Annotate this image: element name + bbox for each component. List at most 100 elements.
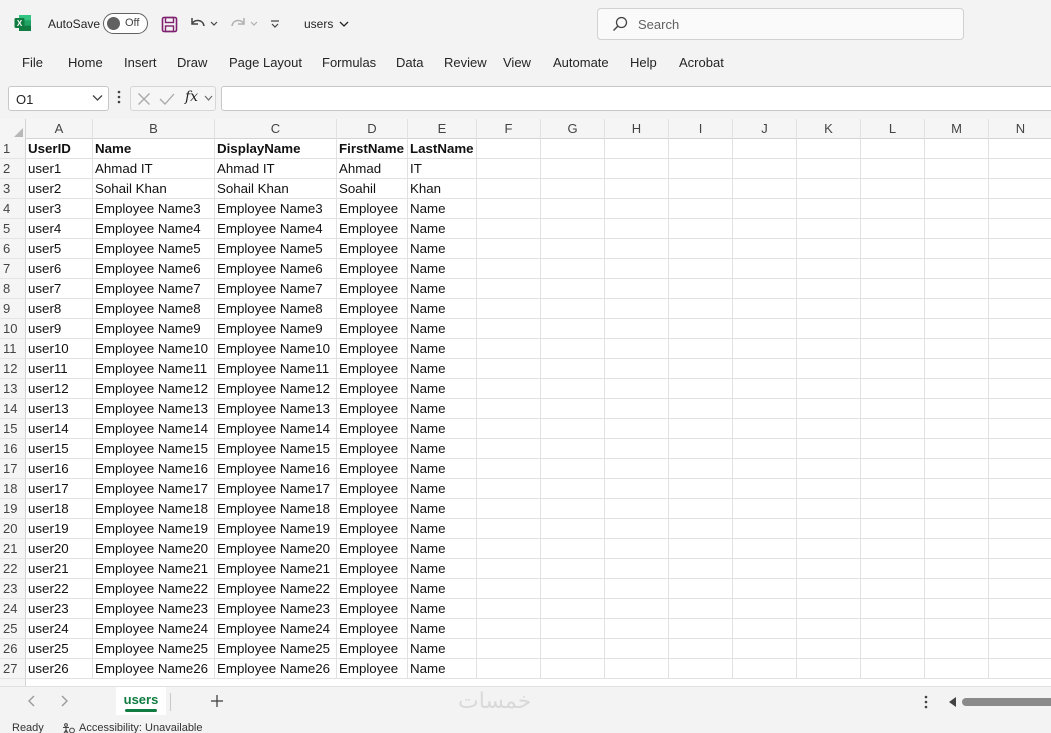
- table-cell[interactable]: Employee: [337, 659, 408, 679]
- table-cell[interactable]: [925, 459, 989, 479]
- row-header[interactable]: 7: [0, 259, 26, 279]
- table-cell[interactable]: [989, 279, 1051, 299]
- more-icon[interactable]: [117, 90, 121, 104]
- table-cell[interactable]: user4: [26, 219, 93, 239]
- table-cell[interactable]: [477, 639, 541, 659]
- table-cell[interactable]: Name: [408, 379, 477, 399]
- table-cell[interactable]: [733, 539, 797, 559]
- table-cell[interactable]: [925, 199, 989, 219]
- tab-draw[interactable]: Draw: [177, 55, 207, 70]
- tab-review[interactable]: Review: [444, 55, 487, 70]
- table-cell[interactable]: Employee Name13: [93, 399, 215, 419]
- header-cell[interactable]: [733, 139, 797, 159]
- table-cell[interactable]: Employee Name4: [93, 219, 215, 239]
- table-cell[interactable]: [861, 459, 925, 479]
- table-cell[interactable]: Employee Name26: [93, 659, 215, 679]
- table-cell[interactable]: [797, 419, 861, 439]
- row-header[interactable]: 1: [0, 139, 26, 159]
- table-cell[interactable]: user23: [26, 599, 93, 619]
- worksheet-grid[interactable]: A B C D E F G H I J K L M N 1 UserID Name D…: [0, 119, 1051, 686]
- row-header[interactable]: 12: [0, 359, 26, 379]
- table-cell[interactable]: [669, 199, 733, 219]
- table-cell[interactable]: [733, 519, 797, 539]
- table-cell[interactable]: [541, 619, 605, 639]
- table-cell[interactable]: [925, 299, 989, 319]
- table-cell[interactable]: Employee: [337, 359, 408, 379]
- table-cell[interactable]: [733, 239, 797, 259]
- table-cell[interactable]: [861, 299, 925, 319]
- row-header[interactable]: 2: [0, 159, 26, 179]
- table-cell[interactable]: Name: [408, 599, 477, 619]
- table-cell[interactable]: [797, 579, 861, 599]
- table-cell[interactable]: [861, 579, 925, 599]
- table-cell[interactable]: [605, 419, 669, 439]
- row-header[interactable]: 21: [0, 539, 26, 559]
- row-header[interactable]: 13: [0, 379, 26, 399]
- column-header-k[interactable]: K: [797, 119, 861, 139]
- table-cell[interactable]: [925, 619, 989, 639]
- undo-button[interactable]: [188, 13, 218, 35]
- table-cell[interactable]: Employee Name23: [215, 599, 337, 619]
- table-cell[interactable]: Employee Name25: [215, 639, 337, 659]
- table-cell[interactable]: Employee Name20: [215, 539, 337, 559]
- table-cell[interactable]: [861, 359, 925, 379]
- tab-insert[interactable]: Insert: [124, 55, 157, 70]
- row-header[interactable]: 25: [0, 619, 26, 639]
- table-cell[interactable]: [989, 519, 1051, 539]
- table-cell[interactable]: [541, 179, 605, 199]
- table-cell[interactable]: [541, 239, 605, 259]
- table-cell[interactable]: [797, 479, 861, 499]
- table-cell[interactable]: [925, 519, 989, 539]
- tab-home[interactable]: Home: [68, 55, 103, 70]
- table-cell[interactable]: user20: [26, 539, 93, 559]
- table-cell[interactable]: [605, 619, 669, 639]
- table-cell[interactable]: user6: [26, 259, 93, 279]
- header-cell[interactable]: [477, 139, 541, 159]
- table-cell[interactable]: [797, 439, 861, 459]
- table-cell[interactable]: [989, 579, 1051, 599]
- header-cell[interactable]: LastName: [408, 139, 477, 159]
- table-cell[interactable]: [477, 399, 541, 419]
- column-header-a[interactable]: A: [26, 119, 93, 139]
- table-cell[interactable]: [861, 239, 925, 259]
- table-cell[interactable]: Employee Name24: [215, 619, 337, 639]
- table-cell[interactable]: Name: [408, 539, 477, 559]
- table-cell[interactable]: [989, 339, 1051, 359]
- table-cell[interactable]: Employee Name15: [93, 439, 215, 459]
- table-cell[interactable]: [925, 239, 989, 259]
- table-cell[interactable]: [477, 519, 541, 539]
- table-cell[interactable]: Name: [408, 439, 477, 459]
- table-cell[interactable]: [605, 519, 669, 539]
- table-cell[interactable]: [477, 619, 541, 639]
- table-cell[interactable]: [925, 279, 989, 299]
- tab-file[interactable]: File: [22, 55, 43, 70]
- table-cell[interactable]: Employee Name23: [93, 599, 215, 619]
- table-cell[interactable]: [605, 579, 669, 599]
- table-cell[interactable]: [733, 359, 797, 379]
- chevron-down-icon[interactable]: [204, 95, 213, 102]
- table-cell[interactable]: [669, 459, 733, 479]
- table-cell[interactable]: [733, 639, 797, 659]
- table-cell[interactable]: [477, 599, 541, 619]
- table-cell[interactable]: [797, 379, 861, 399]
- table-cell[interactable]: user13: [26, 399, 93, 419]
- table-cell[interactable]: Employee Name26: [215, 659, 337, 679]
- table-cell[interactable]: [477, 299, 541, 319]
- table-cell[interactable]: Employee Name11: [215, 359, 337, 379]
- chevron-down-icon[interactable]: [92, 94, 103, 102]
- table-cell[interactable]: [861, 199, 925, 219]
- table-cell[interactable]: Employee: [337, 339, 408, 359]
- accessibility-status[interactable]: Accessibility: Unavailable: [62, 722, 203, 733]
- table-cell[interactable]: Employee Name17: [215, 479, 337, 499]
- table-cell[interactable]: [477, 559, 541, 579]
- table-cell[interactable]: [861, 639, 925, 659]
- table-cell[interactable]: Employee Name9: [215, 319, 337, 339]
- search-box[interactable]: [597, 8, 964, 40]
- table-cell[interactable]: Name: [408, 239, 477, 259]
- table-cell[interactable]: Employee: [337, 399, 408, 419]
- table-cell[interactable]: [989, 539, 1051, 559]
- table-cell[interactable]: [541, 339, 605, 359]
- table-cell[interactable]: [477, 659, 541, 679]
- table-cell[interactable]: [861, 479, 925, 499]
- table-cell[interactable]: [861, 179, 925, 199]
